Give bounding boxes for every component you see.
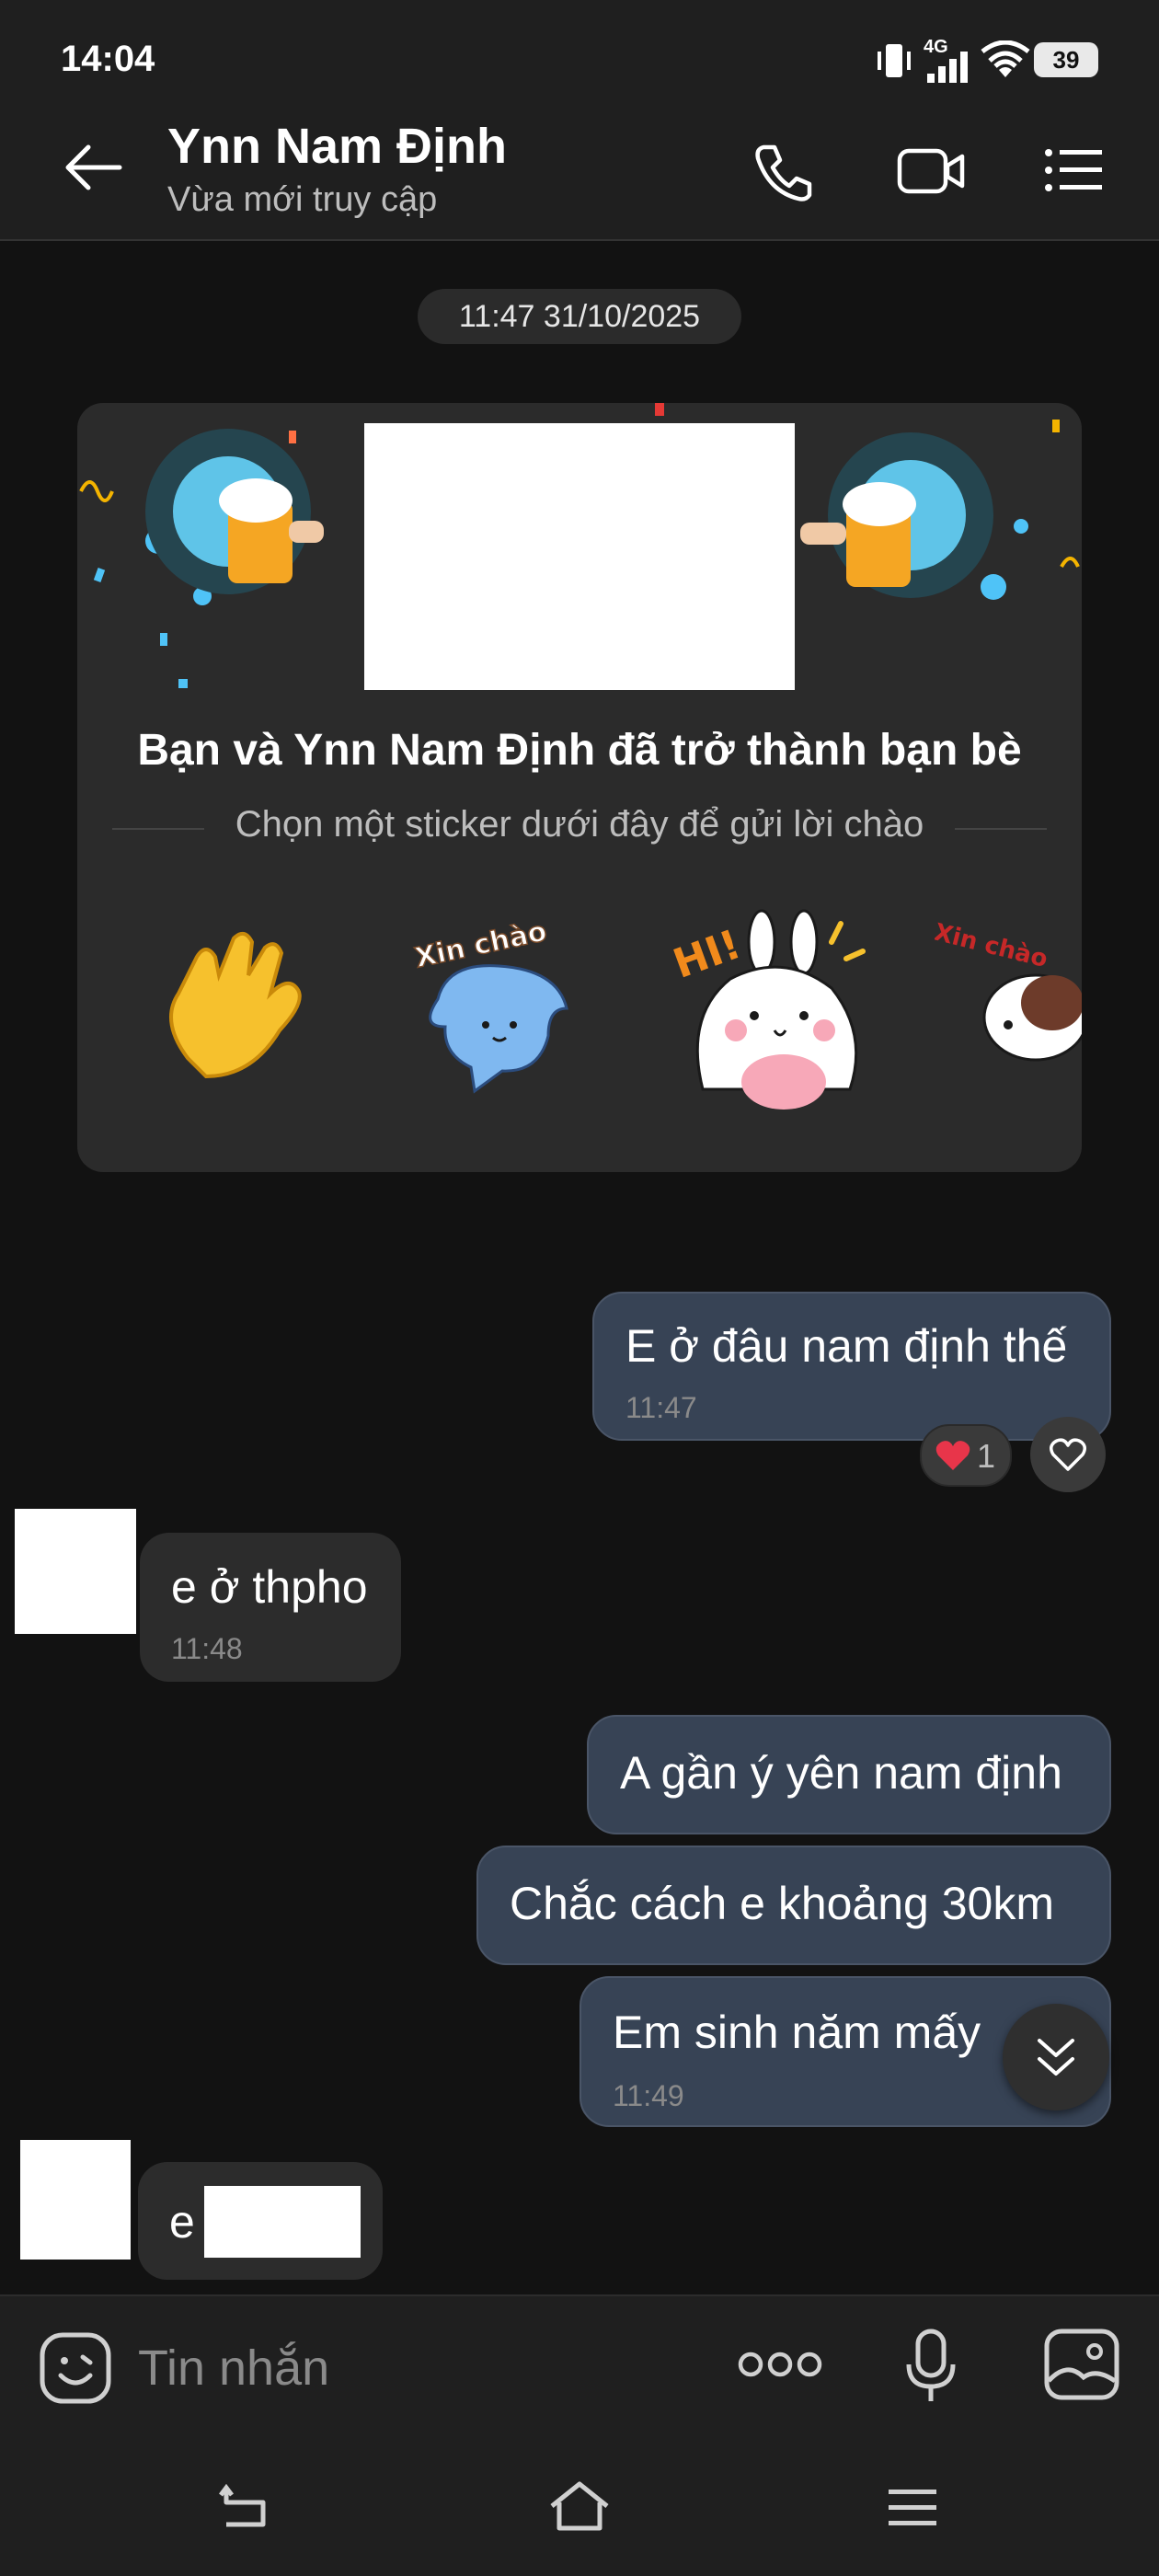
scroll-to-bottom-button[interactable] <box>1003 2004 1109 2110</box>
sticker-emoji-icon[interactable] <box>37 2329 114 2407</box>
contact-avatar[interactable] <box>20 2140 131 2260</box>
message-text: E ở đâu nam định thế <box>625 1320 1068 1372</box>
sticker-xin-chao-cat[interactable]: Xin chào <box>935 907 1082 1091</box>
contact-name[interactable]: Ynn Nam Định <box>167 118 507 175</box>
heart-outline-icon <box>1050 1438 1086 1471</box>
sticker-caption: Xin chào <box>935 919 1050 974</box>
message-time: 11:48 <box>171 1632 243 1665</box>
menu-list-icon[interactable] <box>1043 147 1104 193</box>
message-bubble-outgoing[interactable]: Chắc cách e khoảng 30km <box>476 1846 1111 1965</box>
message-text: A gần ý yên nam định <box>620 1747 1062 1799</box>
nav-recents-icon[interactable] <box>887 2488 938 2528</box>
redacted-text <box>204 2186 361 2258</box>
message-bubble-incoming[interactable]: e <box>138 2162 383 2280</box>
new-friend-card: Bạn và Ynn Nam Định đã trở thành bạn bè … <box>77 403 1082 1172</box>
reaction-count: 1 <box>977 1437 996 1475</box>
beer-cheers-left-icon <box>145 429 324 594</box>
message-time: 11:49 <box>613 2079 684 2112</box>
date-separator: 11:47 31/10/2025 <box>418 289 741 344</box>
status-time: 14:04 <box>61 39 155 79</box>
heart-reaction-icon <box>935 1441 970 1470</box>
nav-home-icon[interactable] <box>548 2480 611 2532</box>
contact-avatar[interactable] <box>15 1509 136 1634</box>
reaction-badge[interactable]: 1 <box>920 1424 1012 1487</box>
more-options-icon[interactable] <box>736 2348 824 2381</box>
image-gallery-icon[interactable] <box>1043 2328 1120 2401</box>
message-text: e <box>169 2196 195 2248</box>
vibrate-icon <box>874 40 914 81</box>
friend-card-subtitle: Chọn một sticker dưới đây để gửi lời chà… <box>235 804 924 845</box>
message-text: Em sinh năm mấy <box>613 2007 981 2058</box>
video-call-icon[interactable] <box>896 144 966 199</box>
message-bubble-incoming[interactable]: e ở thpho 11:48 <box>140 1533 401 1682</box>
nav-back-icon[interactable] <box>217 2484 272 2530</box>
message-time: 11:47 <box>625 1391 697 1424</box>
contact-status: Vừa mới truy cập <box>167 180 438 219</box>
redacted-image <box>364 423 795 690</box>
sticker-hi-bunny[interactable]: HI! <box>666 905 878 1117</box>
double-chevron-down-icon <box>1038 2039 1074 2076</box>
react-heart-button[interactable] <box>1030 1417 1106 1492</box>
beer-cheers-right-icon <box>800 432 993 598</box>
wifi-icon <box>981 40 1030 81</box>
back-arrow-icon[interactable] <box>61 140 125 195</box>
message-bubble-outgoing[interactable]: A gần ý yên nam định <box>587 1715 1111 1834</box>
message-bubble-outgoing[interactable]: E ở đâu nam định thế 11:47 <box>592 1292 1111 1441</box>
battery-indicator: 39 <box>1034 42 1098 77</box>
message-text: e ở thpho <box>171 1561 368 1613</box>
friend-card-title: Bạn và Ynn Nam Định đã trở thành bạn bè <box>137 726 1022 775</box>
phone-call-icon[interactable] <box>751 140 815 204</box>
sticker-xin-chao-blue[interactable]: Xin chào <box>410 916 576 1100</box>
sticker-waving-hand[interactable] <box>151 920 316 1086</box>
signal-icon <box>925 52 971 83</box>
message-input[interactable] <box>138 2339 690 2398</box>
message-text: Chắc cách e khoảng 30km <box>510 1878 1055 1929</box>
microphone-icon[interactable] <box>903 2328 958 2405</box>
